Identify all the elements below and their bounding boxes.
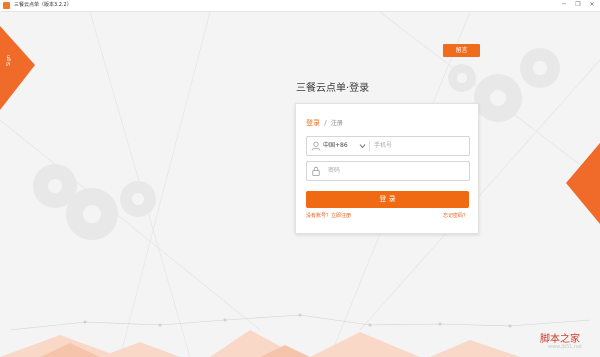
login-card: 登录 / 注册 中国+86 登 录 没有账号？立即注册 忘记密码？	[295, 103, 479, 234]
title-bar: 三餐云点单（版本3.2.2） ─ ❐ ✕	[0, 0, 600, 12]
tab-register[interactable]: 注册	[331, 120, 343, 127]
tab-login[interactable]: 登录	[306, 119, 320, 127]
phone-field: 中国+86	[306, 136, 470, 156]
lock-icon	[312, 166, 320, 176]
watermark-logo: 脚本之家	[540, 334, 580, 345]
window-controls: ─ ❐ ✕	[558, 1, 598, 9]
close-button[interactable]: ✕	[586, 1, 598, 9]
register-link[interactable]: 没有账号？立即注册	[306, 212, 351, 219]
minimize-button[interactable]: ─	[558, 1, 570, 9]
login-button[interactable]: 登 录	[306, 191, 469, 208]
chevron-down-icon[interactable]	[359, 143, 366, 149]
country-code-select[interactable]: 中国+86	[323, 137, 348, 155]
left-orange-tab	[0, 26, 35, 110]
page-title: 三餐云点单·登录	[296, 83, 370, 94]
left-tab-signature: Sign	[6, 55, 12, 66]
window-title: 三餐云点单（版本3.2.2）	[14, 2, 72, 8]
feedback-button[interactable]: 留言	[443, 44, 480, 57]
auth-tabs: 登录 / 注册	[306, 118, 343, 128]
field-divider	[369, 141, 370, 151]
right-orange-tab	[566, 143, 600, 224]
tab-separator: /	[324, 119, 327, 127]
forgot-password-link[interactable]: 忘记密码？	[443, 212, 468, 219]
phone-input[interactable]	[374, 138, 464, 153]
app-logo-icon	[3, 2, 10, 9]
password-field	[306, 161, 470, 181]
maximize-button[interactable]: ❐	[572, 1, 584, 9]
password-input[interactable]	[328, 163, 464, 178]
watermark-url: www.jb51.net	[548, 344, 583, 350]
user-icon	[311, 141, 321, 151]
